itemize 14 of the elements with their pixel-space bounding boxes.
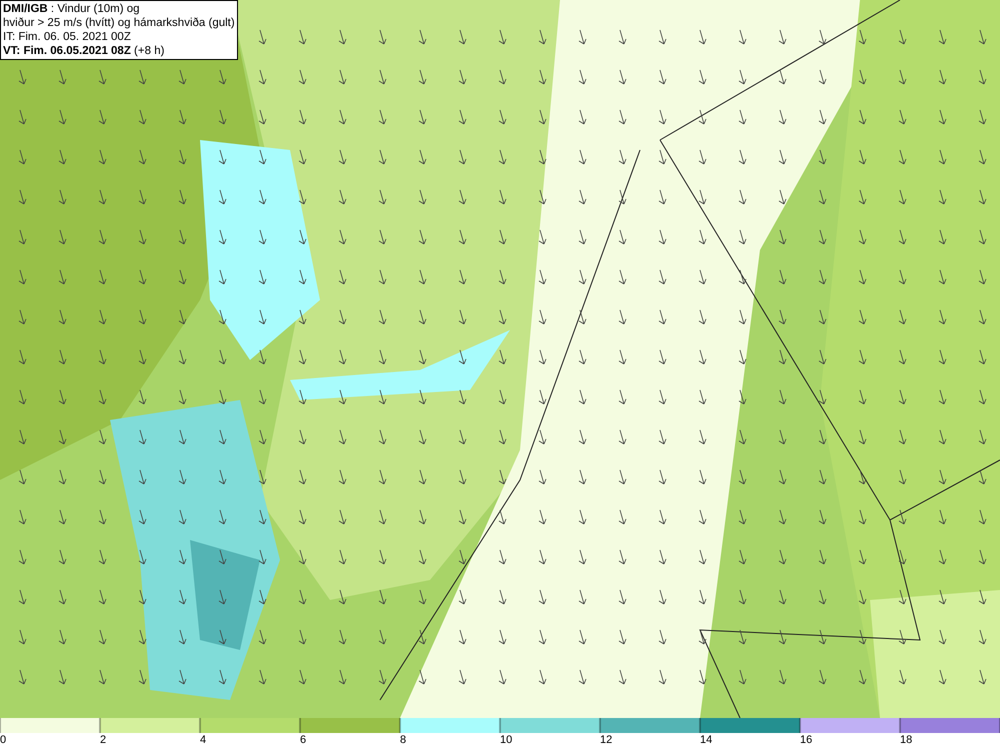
legend-tick-label: 16	[800, 733, 812, 747]
legend-tick-label: 12	[600, 733, 612, 747]
title-line: VT: Fim. 06.05.2021 08Z (+8 h)	[3, 44, 166, 58]
legend-tick-label: 8	[400, 733, 406, 747]
legend-tick-label: 14	[700, 733, 712, 747]
title-line: DMI/IGB : Vindur (10m) og	[3, 2, 141, 16]
legend-tick-label: 6	[300, 733, 306, 747]
title-line: IT: Fim. 06. 05. 2021 00Z	[3, 30, 132, 44]
legend-tick-label: 4	[200, 733, 206, 747]
legend-tick-label: 18	[900, 733, 912, 747]
legend-tick-label: 2	[100, 733, 106, 747]
legend-tick-label: 10	[500, 733, 512, 747]
legend-tick-label: 0	[0, 733, 6, 747]
title-line: hviður > 25 m/s (hvítt) og hámarkshviða (gult)	[3, 16, 235, 30]
